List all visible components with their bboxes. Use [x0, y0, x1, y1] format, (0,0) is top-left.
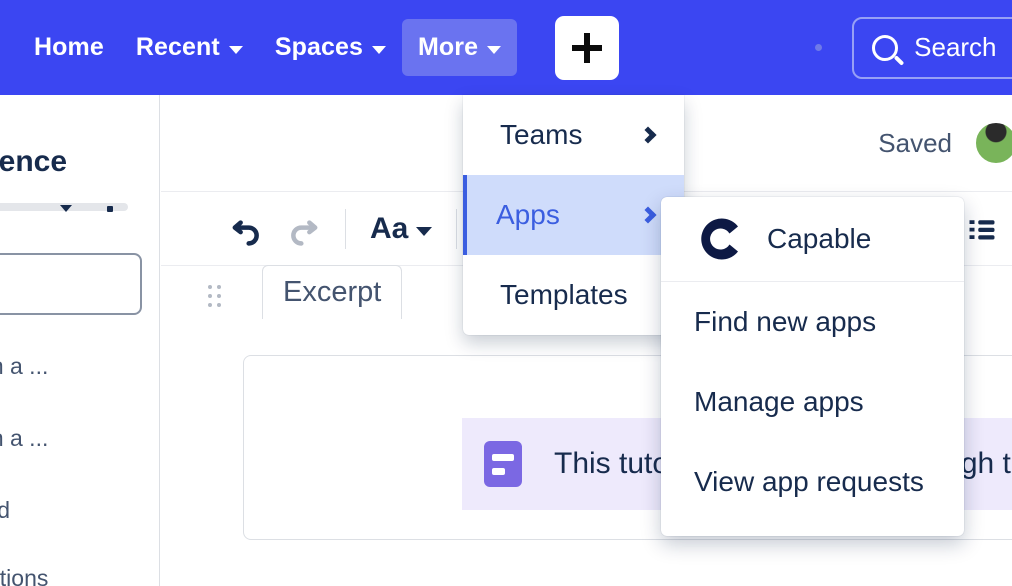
menu-item-label: Apps	[496, 199, 560, 230]
nav-item-label: More	[418, 33, 479, 61]
top-navigation-bar: Home Recent Spaces More Search	[0, 0, 1012, 95]
space-title: fluence	[0, 145, 68, 178]
apps-submenu: Capable Find new apps Manage apps View a…	[661, 197, 964, 536]
avatar[interactable]	[974, 121, 1012, 165]
dot-icon	[107, 206, 113, 212]
nav-item-spaces[interactable]: Spaces	[259, 19, 402, 76]
redo-icon	[291, 219, 318, 246]
space-sidebar: fluence rom a ... rom a ... oard ficatio…	[0, 95, 160, 586]
chevron-down-icon	[487, 45, 502, 54]
note-icon	[484, 441, 522, 487]
sidebar-item-2[interactable]: rom a ...	[0, 425, 48, 452]
drag-handle[interactable]	[208, 285, 222, 311]
menu-item-view-app-requests[interactable]: View app requests	[661, 442, 964, 522]
capable-logo-icon	[701, 218, 738, 260]
app-entry-capable[interactable]: Capable	[661, 197, 964, 282]
create-button[interactable]	[555, 15, 620, 80]
menu-item-templates[interactable]: Templates	[463, 255, 684, 335]
sidebar-item-3[interactable]: oard	[0, 497, 10, 524]
nav-item-more[interactable]: More	[402, 19, 518, 76]
confluence-page: Home Recent Spaces More Search fluence r	[0, 0, 1012, 586]
menu-item-manage-apps[interactable]: Manage apps	[661, 362, 964, 442]
sidebar-search-input[interactable]	[0, 253, 142, 315]
sidebar-item-4[interactable]: fications	[0, 565, 48, 586]
text-style-label: Aa	[370, 211, 409, 245]
search-placeholder: Search	[914, 32, 997, 62]
nav-item-label: Recent	[135, 33, 220, 61]
nav-item-label: Spaces	[274, 33, 363, 61]
caret-icon	[60, 205, 72, 212]
menu-item-teams[interactable]: Teams	[463, 95, 684, 175]
menu-item-label: Teams	[500, 119, 583, 150]
toolbar-divider	[456, 208, 458, 249]
toolbar-divider	[345, 208, 346, 249]
chevron-down-icon	[228, 45, 243, 54]
chevron-right-icon	[639, 126, 657, 144]
menu-item-apps[interactable]: Apps	[463, 175, 684, 255]
undo-button[interactable]	[219, 201, 275, 257]
chevron-right-icon	[639, 206, 657, 224]
app-name-label: Capable	[767, 223, 872, 254]
undo-icon	[232, 219, 259, 246]
nav-item-home[interactable]: Home	[18, 19, 120, 76]
more-dropdown-menu: Teams Apps Templates	[463, 95, 684, 335]
nav-item-recent[interactable]: Recent	[120, 19, 259, 76]
menu-item-find-new-apps[interactable]: Find new apps	[661, 282, 964, 362]
notification-dot	[815, 44, 823, 51]
sidebar-item-1[interactable]: rom a ...	[0, 353, 48, 380]
menu-item-label: Find new apps	[694, 306, 877, 337]
chevron-down-icon	[372, 45, 386, 54]
text-style-dropdown[interactable]: Aa	[360, 206, 442, 252]
chevron-down-icon	[416, 226, 433, 236]
menu-item-label: Manage apps	[694, 386, 864, 417]
save-status: Saved	[878, 127, 952, 158]
menu-item-label: View app requests	[694, 466, 924, 497]
numbered-list-icon	[969, 219, 995, 239]
search-icon	[872, 34, 899, 61]
redo-button[interactable]	[275, 201, 331, 257]
nav-item-label: Home	[34, 33, 104, 61]
menu-item-label: Templates	[500, 279, 628, 310]
excerpt-chip[interactable]: Excerpt	[262, 265, 403, 319]
plus-icon	[572, 32, 603, 63]
search-input[interactable]: Search	[852, 16, 1012, 79]
